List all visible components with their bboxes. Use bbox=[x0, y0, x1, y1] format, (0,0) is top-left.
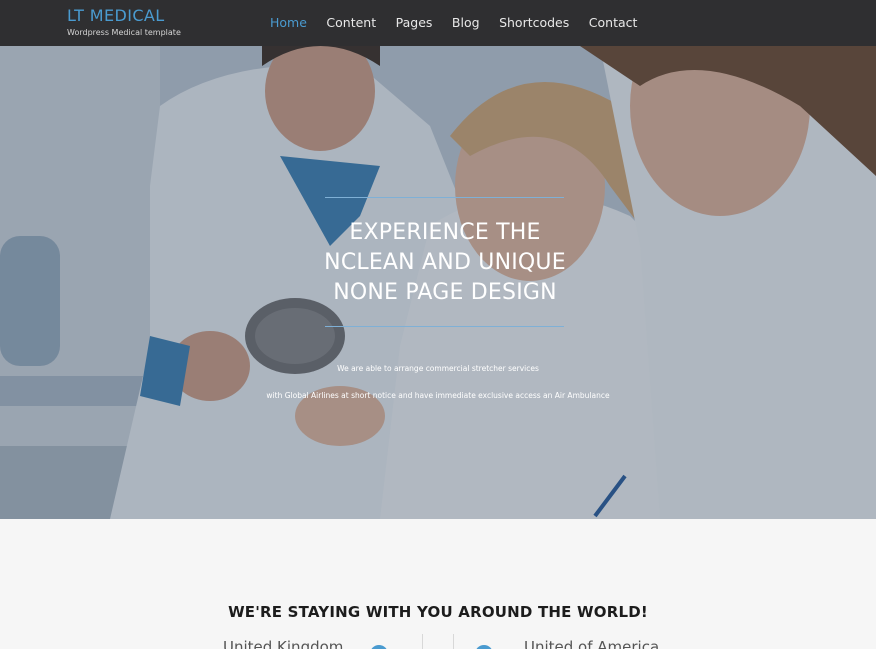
logo-title[interactable]: LT MEDICAL bbox=[67, 6, 181, 25]
hero-subtext-line-1: We are able to arrange commercial stretc… bbox=[337, 364, 539, 373]
headline-line-3: NONE PAGE DESIGN bbox=[333, 280, 557, 305]
divider bbox=[422, 634, 423, 649]
divider bbox=[453, 634, 454, 649]
nav-item-home[interactable]: Home bbox=[270, 15, 307, 30]
top-divider-line bbox=[325, 197, 564, 198]
location-marker-icon bbox=[475, 645, 493, 649]
nav-item-content[interactable]: Content bbox=[326, 15, 376, 30]
site-header: LT MEDICAL Wordpress Medical template Ho… bbox=[0, 0, 876, 46]
main-nav: Home Content Pages Blog Shortcodes Conta… bbox=[270, 15, 657, 30]
logo[interactable]: LT MEDICAL Wordpress Medical template bbox=[67, 6, 181, 37]
location-marker-icon bbox=[370, 645, 388, 649]
hero-banner: EXPERIENCE THE NCLEAN AND UNIQUE NONE PA… bbox=[0, 46, 876, 519]
nav-item-pages[interactable]: Pages bbox=[396, 15, 433, 30]
nav-item-contact[interactable]: Contact bbox=[589, 15, 638, 30]
bottom-divider-line bbox=[325, 326, 564, 327]
headline-line-1: EXPERIENCE THE bbox=[349, 220, 541, 245]
location-usa: United of America bbox=[524, 638, 660, 649]
hero-headline: EXPERIENCE THE NCLEAN AND UNIQUE NONE PA… bbox=[238, 218, 652, 308]
hero-subtext-line-2: with Global Airlines at short notice and… bbox=[266, 391, 610, 400]
section-title: WE'RE STAYING WITH YOU AROUND THE WORLD! bbox=[228, 603, 648, 621]
page: LT MEDICAL Wordpress Medical template Ho… bbox=[0, 0, 876, 649]
location-uk: United Kingdom bbox=[223, 638, 344, 649]
logo-subtitle: Wordpress Medical template bbox=[67, 28, 181, 37]
headline-line-2: NCLEAN AND UNIQUE bbox=[324, 250, 566, 275]
nav-item-shortcodes[interactable]: Shortcodes bbox=[499, 15, 569, 30]
nav-item-blog[interactable]: Blog bbox=[452, 15, 480, 30]
